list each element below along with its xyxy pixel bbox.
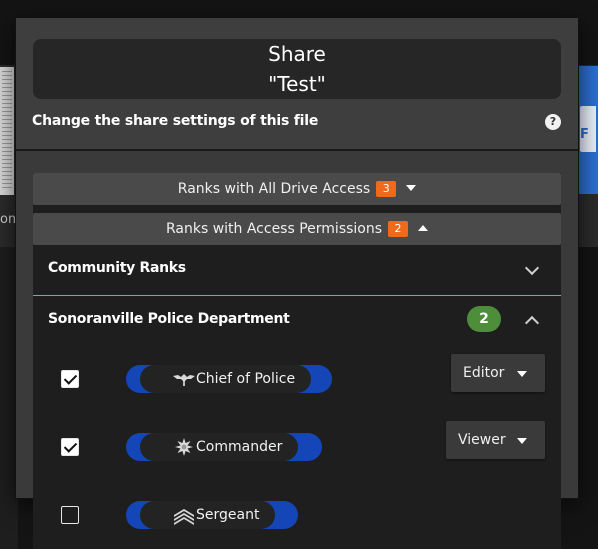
access-permissions-label: Ranks with Access Permissions (165, 221, 383, 237)
chevron-up-icon[interactable] (524, 315, 540, 331)
all-drive-access-toggle[interactable]: Ranks with All Drive Access 3 (33, 173, 561, 205)
eagle-insignia-icon (173, 374, 195, 386)
all-drive-access-count-badge: 3 (376, 181, 397, 197)
rank-pill-inner: Chief of Police (140, 365, 312, 393)
pdf-file-icon: F (580, 106, 596, 152)
rank-pill-inner: Sergeant (140, 501, 276, 529)
role-select-viewer[interactable]: Viewer (446, 421, 545, 459)
modal-title-line1: Share (268, 42, 326, 66)
rank-row-chief-of-police: Chief of Police Editor (33, 354, 561, 404)
star-cluster-insignia-icon (175, 438, 193, 456)
community-ranks-row[interactable]: Community Ranks (33, 245, 561, 296)
modal-header: Share "Test" Change the share settings o… (16, 18, 578, 149)
rank-row-sergeant: Sergeant (33, 490, 561, 540)
access-permissions-count-badge: 2 (388, 221, 409, 237)
police-department-label: Sonoranville Police Department (48, 311, 290, 327)
role-select-editor[interactable]: Editor (451, 354, 545, 392)
caret-down-icon (406, 185, 417, 191)
role-select-value: Editor (463, 365, 505, 381)
caret-down-icon (517, 438, 527, 444)
modal-subtitle: Change the share settings of this file (32, 113, 319, 129)
rank-checkbox-sergeant[interactable] (61, 506, 79, 524)
help-icon[interactable]: ? (545, 114, 561, 130)
rank-name: Chief of Police (196, 371, 296, 387)
police-department-row[interactable]: Sonoranville Police Department 2 (33, 296, 561, 346)
chevron-stripes-insignia-icon (174, 509, 194, 525)
rank-pill-sergeant: Sergeant (126, 501, 298, 529)
rank-pill-chief-of-police: Chief of Police (126, 365, 332, 393)
modal-title: Share "Test" (33, 39, 561, 99)
rank-pill-commander: Commander (126, 433, 322, 461)
rank-pill-inner: Commander (140, 433, 299, 461)
police-department-count-badge: 2 (467, 306, 501, 332)
chevron-down-icon[interactable] (524, 260, 540, 276)
rank-checkbox-commander[interactable] (61, 438, 79, 456)
background-file-thumbnail (0, 67, 14, 195)
caret-down-icon (517, 371, 527, 377)
role-select-value: Viewer (458, 432, 506, 448)
rank-name: Sergeant (196, 507, 260, 523)
caret-up-icon (418, 225, 429, 231)
rank-row-commander: Commander Viewer (33, 421, 561, 472)
modal-title-filename: "Test" (268, 72, 326, 96)
access-permissions-toggle[interactable]: Ranks with Access Permissions 2 (33, 213, 561, 245)
rank-checkbox-chief-of-police[interactable] (61, 370, 79, 388)
share-modal: Share "Test" Change the share settings o… (16, 18, 578, 549)
rank-name: Commander (196, 439, 283, 455)
header-divider (16, 149, 578, 151)
all-drive-access-label: Ranks with All Drive Access (177, 181, 371, 197)
community-ranks-label: Community Ranks (48, 260, 186, 276)
